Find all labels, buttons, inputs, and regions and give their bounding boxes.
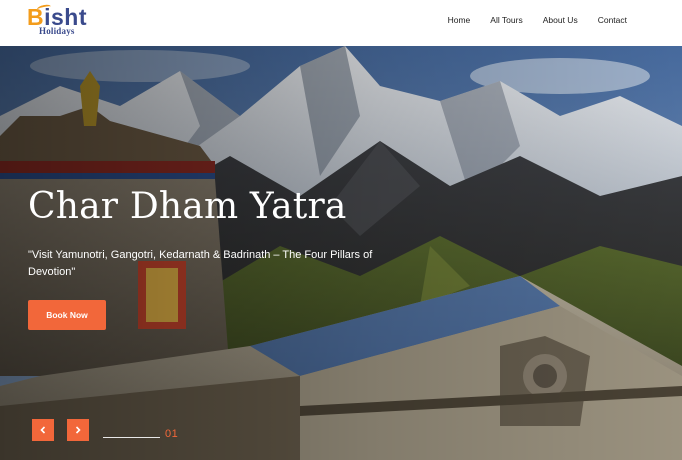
slide-number: 01 [165, 428, 179, 440]
chevron-left-icon [40, 426, 46, 434]
chevron-right-icon [75, 426, 81, 434]
book-now-button[interactable]: Book Now [28, 300, 106, 330]
slider-next-button[interactable] [67, 419, 89, 441]
slider-prev-button[interactable] [32, 419, 54, 441]
hero-title: Char Dham Yatra [28, 186, 347, 227]
logo[interactable]: Bisht Holidays [27, 3, 99, 37]
slider-progress-line [103, 437, 160, 438]
hero-slider: Char Dham Yatra "Visit Yamunotri, Gangot… [0, 46, 682, 460]
nav-about-us[interactable]: About Us [543, 15, 578, 26]
nav-contact[interactable]: Contact [598, 15, 627, 26]
site-header: Bisht Holidays Home All Tours About Us C… [0, 0, 682, 46]
nav-all-tours[interactable]: All Tours [490, 15, 522, 26]
main-nav: Home All Tours About Us Contact [428, 15, 627, 26]
hero-tagline: "Visit Yamunotri, Gangotri, Kedarnath & … [28, 249, 373, 278]
logo-subtitle: Holidays [39, 26, 75, 36]
nav-home[interactable]: Home [448, 15, 471, 26]
